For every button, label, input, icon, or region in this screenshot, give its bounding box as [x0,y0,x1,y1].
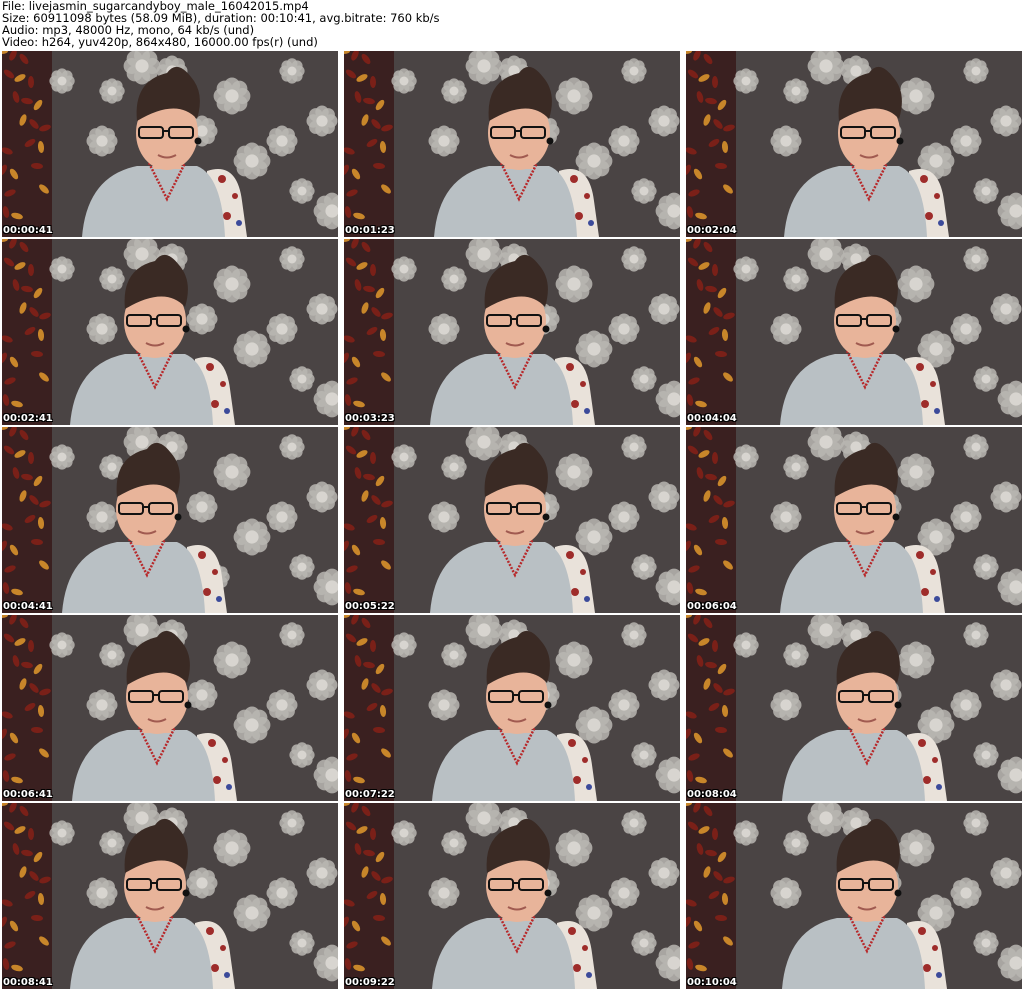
video-frame-thumbnail: 00:02:41 [2,239,338,425]
thumbnail-grid: 00:00:41 00:01:23 00:02:04 00:02:41 00:0… [2,51,1022,991]
frame-scene [344,427,680,613]
frame-timestamp: 00:09:22 [345,977,395,988]
frame-scene [2,239,338,425]
video-frame-thumbnail: 00:01:23 [344,51,680,237]
frame-scene [2,51,338,237]
frame-scene [344,615,680,801]
video-frame-thumbnail: 00:03:23 [344,239,680,425]
video-frame-thumbnail: 00:10:04 [686,803,1022,989]
frame-timestamp: 00:08:41 [3,977,53,988]
video-frame-thumbnail: 00:08:41 [2,803,338,989]
video-frame-thumbnail: 00:05:22 [344,427,680,613]
frame-scene [686,803,1022,989]
video-frame-thumbnail: 00:09:22 [344,803,680,989]
video-frame-thumbnail: 00:04:04 [686,239,1022,425]
frame-timestamp: 00:03:23 [345,413,395,424]
frame-timestamp: 00:01:23 [345,225,395,236]
frame-scene [2,427,338,613]
frame-timestamp: 00:02:41 [3,413,53,424]
video-info-line: Video: h264, yuv420p, 864x480, 16000.00 … [2,35,318,49]
video-frame-thumbnail: 00:02:04 [686,51,1022,237]
frame-timestamp: 00:04:41 [3,601,53,612]
frame-timestamp: 00:05:22 [345,601,395,612]
frame-timestamp: 00:06:04 [687,601,737,612]
frame-scene [686,615,1022,801]
frame-scene [2,803,338,989]
video-frame-thumbnail: 00:08:04 [686,615,1022,801]
video-frame-thumbnail: 00:00:41 [2,51,338,237]
frame-scene [686,427,1022,613]
frame-timestamp: 00:04:04 [687,413,737,424]
video-frame-thumbnail: 00:06:41 [2,615,338,801]
frame-scene [686,51,1022,237]
frame-timestamp: 00:07:22 [345,789,395,800]
frame-timestamp: 00:10:04 [687,977,737,988]
frame-timestamp: 00:02:04 [687,225,737,236]
frame-scene [344,803,680,989]
video-frame-thumbnail: 00:07:22 [344,615,680,801]
frame-scene [344,239,680,425]
frame-timestamp: 00:00:41 [3,225,53,236]
video-frame-thumbnail: 00:06:04 [686,427,1022,613]
frame-scene [344,51,680,237]
frame-scene [686,239,1022,425]
frame-timestamp: 00:08:04 [687,789,737,800]
file-info-header: File: livejasmin_sugarcandyboy_male_1604… [2,0,1022,50]
frame-scene [2,615,338,801]
frame-timestamp: 00:06:41 [3,789,53,800]
video-frame-thumbnail: 00:04:41 [2,427,338,613]
